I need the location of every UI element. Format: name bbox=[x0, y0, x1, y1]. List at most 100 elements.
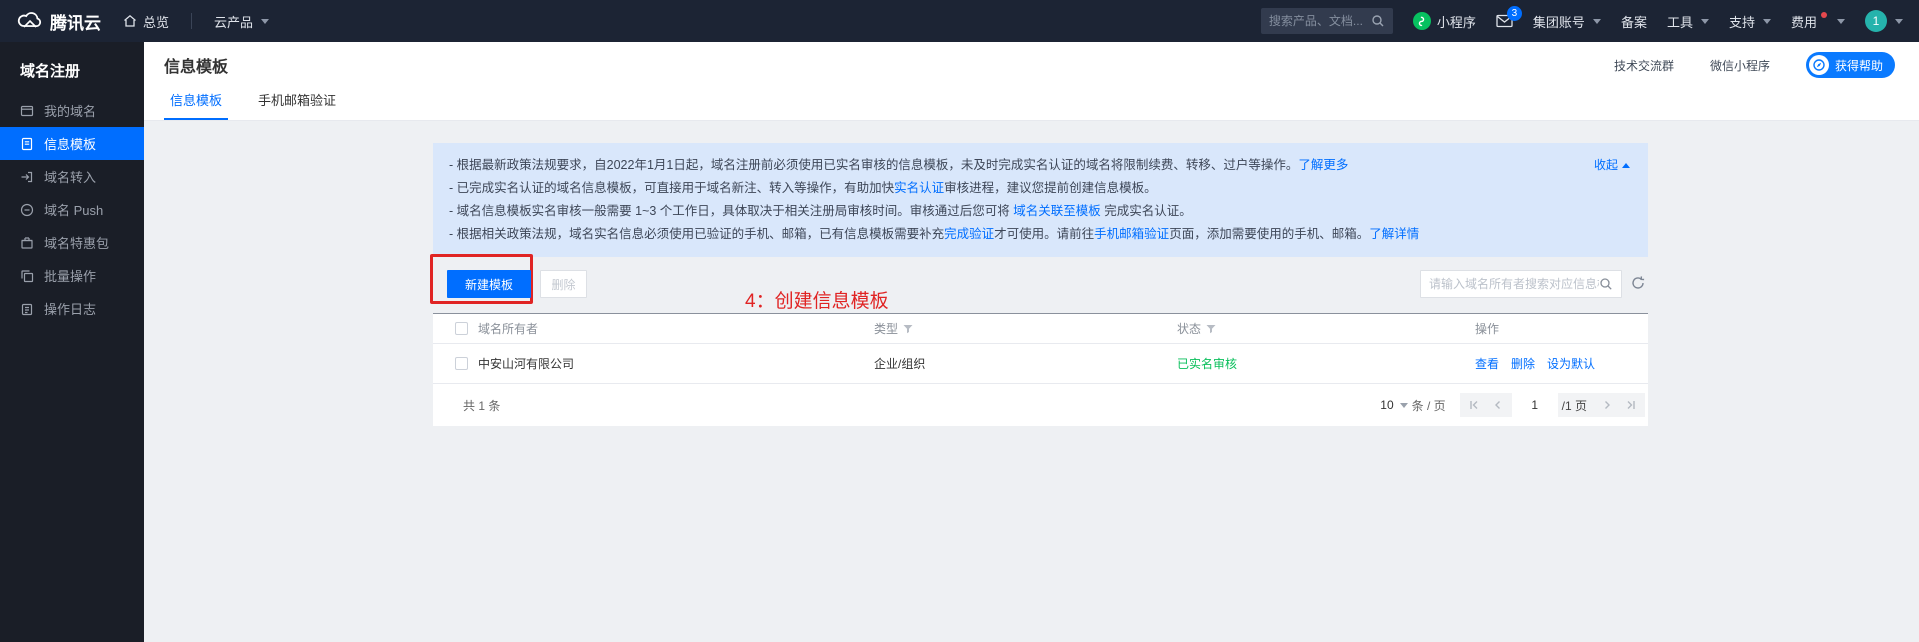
action-link-设为默认[interactable]: 设为默认 bbox=[1547, 357, 1595, 371]
page-number-input[interactable] bbox=[1512, 393, 1558, 417]
notice-line: - 域名信息模板实名审核一般需要 1~3 个工作日，具体取决于相关注册局审核时间… bbox=[449, 200, 1578, 223]
wechat-mini-link[interactable]: 微信小程序 bbox=[1710, 57, 1770, 74]
chevron-up-icon bbox=[1622, 163, 1630, 168]
notice-link[interactable]: 实名认证 bbox=[894, 181, 944, 195]
chevron-down-icon bbox=[261, 19, 269, 24]
icp-link[interactable]: 备案 bbox=[1621, 12, 1647, 31]
templates-table: 域名所有者 类型 状态 操作 中安山河有限公司企业/组织已实名审核查看删除设为默… bbox=[433, 313, 1648, 384]
content-header: 信息模板 技术交流群 微信小程序 获得帮助 bbox=[144, 42, 1919, 88]
brand-text: 腾讯云 bbox=[50, 9, 101, 34]
topbar-search[interactable] bbox=[1261, 8, 1393, 34]
content: 信息模板 技术交流群 微信小程序 获得帮助 信息模板手机邮箱验证 bbox=[144, 42, 1919, 642]
page-title: 信息模板 bbox=[164, 53, 228, 77]
tech-group-link[interactable]: 技术交流群 bbox=[1614, 57, 1674, 74]
sidebar-item-label: 域名转入 bbox=[44, 167, 96, 186]
batch-icon bbox=[20, 269, 34, 283]
column-status[interactable]: 状态 bbox=[1177, 320, 1475, 337]
notice-link[interactable]: 了解详情 bbox=[1369, 227, 1419, 241]
cloud-logo-icon bbox=[16, 11, 42, 31]
status-badge: 已实名审核 bbox=[1177, 355, 1475, 372]
table-header-row: 域名所有者 类型 状态 操作 bbox=[433, 314, 1648, 344]
filter-icon bbox=[1206, 324, 1216, 334]
notice-line: - 根据相关政策法规，域名实名信息必须使用已验证的手机、邮箱，已有信息模板需要补… bbox=[449, 223, 1578, 246]
home-icon bbox=[123, 14, 137, 28]
mini-program-link[interactable]: 小程序 bbox=[1413, 12, 1476, 31]
tools-label: 工具 bbox=[1667, 12, 1693, 31]
billing-menu[interactable]: 费用 bbox=[1791, 12, 1845, 31]
sidebar-item-操作日志[interactable]: 操作日志 bbox=[0, 292, 144, 325]
pagination-bar: 共 1 条 10 条 / 页 bbox=[433, 384, 1648, 426]
next-page-button[interactable] bbox=[1595, 393, 1619, 417]
first-page-button[interactable] bbox=[1462, 393, 1486, 417]
sidebar-item-我的域名[interactable]: 我的域名 bbox=[0, 94, 144, 127]
action-link-查看[interactable]: 查看 bbox=[1475, 357, 1499, 371]
tab-信息模板[interactable]: 信息模板 bbox=[164, 88, 228, 120]
tools-menu[interactable]: 工具 bbox=[1667, 12, 1709, 31]
sidebar-item-label: 域名 Push bbox=[44, 200, 103, 219]
group-account-menu[interactable]: 集团账号 bbox=[1533, 12, 1601, 31]
topbar-search-input[interactable] bbox=[1269, 14, 1371, 28]
table-row: 中安山河有限公司企业/组织已实名审核查看删除设为默认 bbox=[433, 344, 1648, 384]
refresh-icon[interactable] bbox=[1630, 275, 1648, 293]
notice-text: - 域名信息模板实名审核一般需要 1~3 个工作日，具体取决于相关注册局审核时间… bbox=[449, 204, 1013, 218]
template-search-input[interactable] bbox=[1429, 277, 1599, 291]
compass-icon bbox=[1809, 55, 1829, 75]
nav-overview[interactable]: 总览 bbox=[123, 12, 169, 31]
row-checkbox[interactable] bbox=[455, 357, 468, 370]
log-icon bbox=[20, 302, 34, 316]
get-help-button[interactable]: 获得帮助 bbox=[1806, 52, 1895, 78]
search-icon[interactable] bbox=[1371, 14, 1385, 28]
search-icon[interactable] bbox=[1599, 277, 1613, 291]
cell-type: 企业/组织 bbox=[874, 355, 1177, 372]
support-menu[interactable]: 支持 bbox=[1729, 12, 1771, 31]
delete-button[interactable]: 删除 bbox=[540, 270, 587, 298]
topbar: 腾讯云 总览 云产品 bbox=[0, 0, 1919, 42]
notice-link[interactable]: 完成验证 bbox=[944, 227, 994, 241]
message-count-badge: 3 bbox=[1507, 6, 1522, 21]
sidebar-item-域名特惠包[interactable]: 域名特惠包 bbox=[0, 226, 144, 259]
action-link-删除[interactable]: 删除 bbox=[1511, 357, 1535, 371]
messages-button[interactable]: 3 bbox=[1496, 14, 1513, 28]
tab-手机邮箱验证[interactable]: 手机邮箱验证 bbox=[252, 88, 342, 120]
sidebar-item-label: 信息模板 bbox=[44, 134, 96, 153]
column-type[interactable]: 类型 bbox=[874, 320, 1177, 337]
select-all-checkbox[interactable] bbox=[455, 322, 468, 335]
chevron-down-icon bbox=[1763, 19, 1771, 24]
sidebar-item-域名 Push[interactable]: 域名 Push bbox=[0, 193, 144, 226]
template-search-box[interactable] bbox=[1420, 270, 1622, 298]
nav-overview-label: 总览 bbox=[143, 12, 169, 31]
nav-products[interactable]: 云产品 bbox=[214, 12, 269, 31]
total-pages-label: /1 页 bbox=[1562, 397, 1587, 414]
notice-link[interactable]: 域名关联至模板 bbox=[1013, 204, 1101, 218]
sidebar-item-信息模板[interactable]: 信息模板 bbox=[0, 127, 144, 160]
chevron-down-icon bbox=[1701, 19, 1709, 24]
account-menu[interactable]: 1 bbox=[1865, 10, 1903, 32]
notice-link[interactable]: 了解更多 bbox=[1298, 158, 1348, 172]
page-size-select[interactable]: 10 条 / 页 bbox=[1380, 397, 1445, 414]
tab-bar: 信息模板手机邮箱验证 bbox=[144, 88, 1919, 121]
sidebar-item-批量操作[interactable]: 批量操作 bbox=[0, 259, 144, 292]
mini-program-icon bbox=[1413, 12, 1431, 30]
annotation-text: 4：创建信息模板 bbox=[745, 286, 889, 313]
create-template-button[interactable]: 新建模板 bbox=[447, 270, 531, 298]
notification-dot bbox=[1821, 12, 1827, 18]
sidebar-item-label: 操作日志 bbox=[44, 299, 96, 318]
sidebar-title: 域名注册 bbox=[0, 42, 144, 94]
notice-text: - 根据相关政策法规，域名实名信息必须使用已验证的手机、邮箱，已有信息模板需要补… bbox=[449, 227, 944, 241]
chevron-down-icon bbox=[1593, 19, 1601, 24]
prev-page-button[interactable] bbox=[1486, 393, 1510, 417]
notice-link[interactable]: 手机邮箱验证 bbox=[1094, 227, 1169, 241]
collapse-link[interactable]: 收起 bbox=[1594, 154, 1630, 177]
sidebar-item-域名转入[interactable]: 域名转入 bbox=[0, 160, 144, 193]
last-page-button[interactable] bbox=[1619, 393, 1643, 417]
notice-text: 完成实名认证。 bbox=[1101, 204, 1192, 218]
notice-text: 审核进程，建议您提前创建信息模板。 bbox=[944, 181, 1157, 195]
sidebar: 域名注册 我的域名信息模板域名转入域名 Push 域名特惠包批量操作操作日志 bbox=[0, 42, 144, 642]
collapse-label: 收起 bbox=[1594, 154, 1618, 177]
toolbar: 新建模板 删除 4：创建信息模板 bbox=[433, 270, 1648, 298]
chevron-down-icon bbox=[1895, 19, 1903, 24]
avatar: 1 bbox=[1865, 10, 1887, 32]
tencent-cloud-logo[interactable]: 腾讯云 bbox=[16, 9, 101, 34]
notice-line: - 根据最新政策法规要求，自2022年1月1日起，域名注册前必须使用已实名审核的… bbox=[449, 154, 1578, 177]
chevron-down-icon bbox=[1837, 19, 1845, 24]
